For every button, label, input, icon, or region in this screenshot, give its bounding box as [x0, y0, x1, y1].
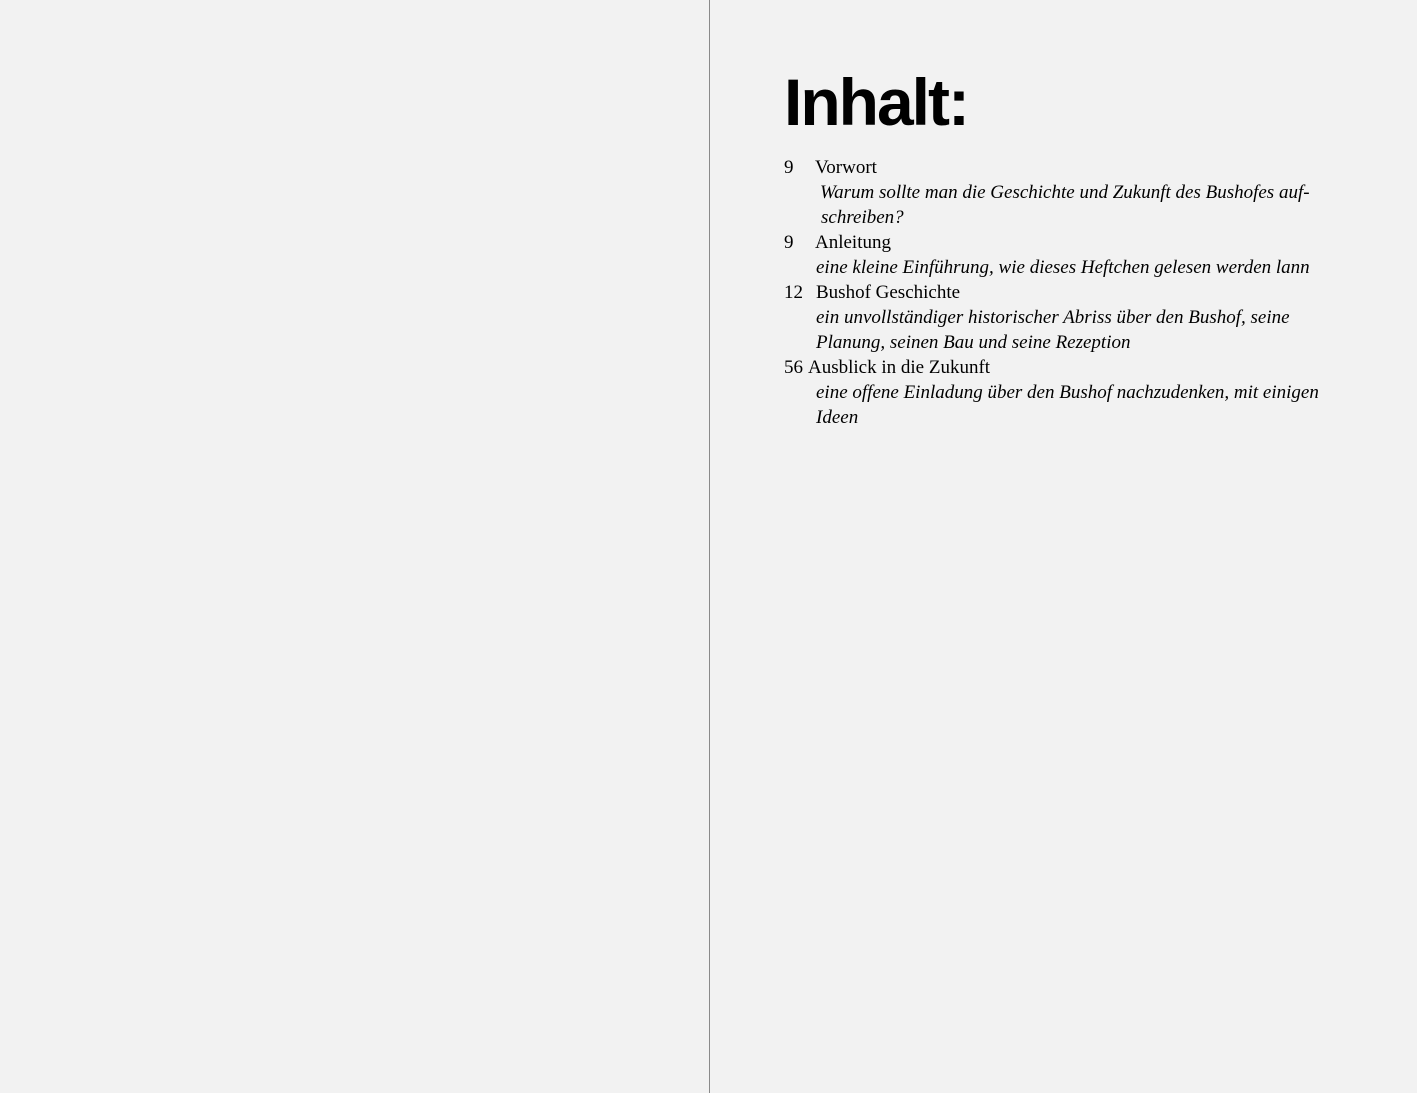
- toc-page-number: 9: [784, 232, 794, 253]
- toc-entry-title: Ausblick in die Zukunft: [808, 357, 991, 378]
- toc-entry-line: 9 Vorwort: [784, 155, 1344, 180]
- toc-entry-title: Vorwort: [815, 157, 877, 178]
- toc-entry-title: Bushof Geschichte: [816, 282, 961, 303]
- toc-entry-line: 9 Anleitung: [784, 230, 1344, 255]
- toc-page-number: 12: [784, 282, 803, 303]
- toc-entry-bushof-geschichte: 12 Bushof Geschichte ein unvollständiger …: [784, 280, 1344, 355]
- toc-entry-anleitung: 9 Anleitung eine kleine Einführung, wie d…: [784, 230, 1344, 280]
- toc-entry-title: Anleitung: [815, 232, 891, 253]
- toc-entry-ausblick: 56 Ausblick in die Zukunft eine offene Ei…: [784, 355, 1344, 430]
- toc-entry-description: Warum sollte man die Geschichte und Zuku…: [820, 182, 1310, 228]
- toc-page-number: 9: [784, 157, 794, 178]
- toc-entry-description: ein unvollständiger historischer Abriss …: [816, 307, 1290, 353]
- toc-list: 9 Vorwort Warum sollte man die Geschichte…: [784, 155, 1344, 430]
- toc-entry-vorwort: 9 Vorwort Warum sollte man die Geschichte…: [784, 155, 1344, 230]
- toc-page-number: 56: [784, 357, 803, 378]
- toc-entry-description: eine offene Einladung über den Bushof na…: [816, 382, 1319, 428]
- book-spread: Inhalt: 9 Vorwort Warum sollte man die Ge…: [0, 0, 1417, 1093]
- left-page-blank: [0, 0, 709, 1093]
- right-page-table-of-contents: Inhalt: 9 Vorwort Warum sollte man die Ge…: [710, 0, 1417, 1093]
- toc-heading: Inhalt:: [784, 65, 970, 139]
- toc-entry-description: eine kleine Einführung, wie dieses Heftc…: [816, 257, 1310, 278]
- toc-entry-line: 12 Bushof Geschichte: [784, 280, 1344, 305]
- toc-entry-line: 56 Ausblick in die Zukunft: [784, 355, 1344, 380]
